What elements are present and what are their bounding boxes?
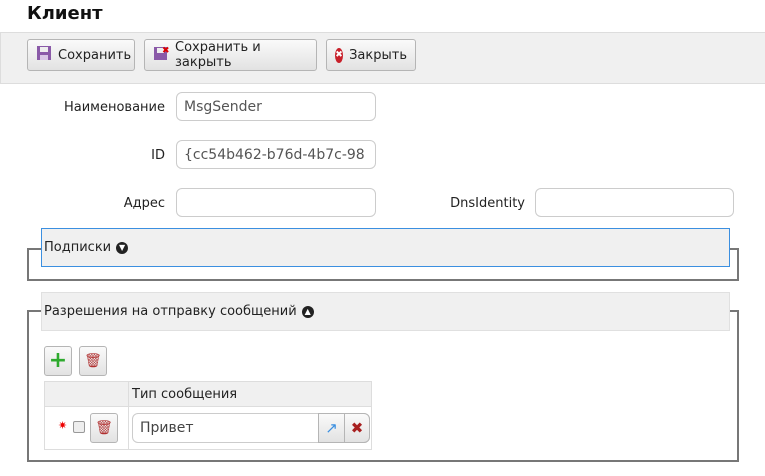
id-label: ID [151,148,165,163]
name-label: Наименование [63,100,165,115]
save-button[interactable]: Сохранить [27,39,135,71]
trash-icon: 🗑 [84,353,102,369]
save-and-close-button[interactable]: ✖ Сохранить и закрыть [144,39,317,71]
name-input[interactable]: MsgSender [176,92,376,121]
permissions-table: Тип сообщения ✷ 🗑 Привет ↗ ✖ [44,381,372,450]
floppy-disk-icon [36,45,52,65]
dns-identity-label: DnsIdentity [450,196,525,211]
chevron-up-icon: ▲ [301,305,314,318]
unsaved-marker-icon: ✷ [58,419,68,432]
external-link-icon: ↗ [325,419,338,437]
clear-button[interactable]: ✖ [344,413,370,443]
subscriptions-legend[interactable]: Подписки ▼ [41,228,730,267]
svg-text:✖: ✖ [162,46,169,56]
address-input[interactable] [176,188,376,217]
close-circle-icon: ✖ [335,47,344,63]
plus-icon: + [48,348,68,373]
close-button[interactable]: ✖ Закрыть [326,39,416,71]
row-checkbox[interactable] [73,421,85,433]
page-title: Клиент [27,3,103,24]
toolbar: Сохранить ✖ Сохранить и закрыть ✖ Закрыт… [0,32,765,84]
open-link-button[interactable]: ↗ [318,413,345,443]
dns-identity-input[interactable] [535,188,734,217]
chevron-down-icon: ▼ [116,241,129,254]
id-input[interactable]: {cc54b462-b76d-4b7c-98 [176,140,376,169]
clear-x-icon: ✖ [350,419,364,437]
trash-icon: 🗑 [95,420,113,436]
table-row: ✷ 🗑 Привет ↗ ✖ [44,406,372,450]
column-header-message-type: Тип сообщения [128,381,372,407]
address-label: Адрес [123,196,165,211]
floppy-disk-close-icon: ✖ [153,45,170,65]
permissions-legend[interactable]: Разрешения на отправку сообщений ▲ [41,292,730,331]
delete-row-button[interactable]: 🗑 [90,413,118,443]
delete-selected-button[interactable]: 🗑 [79,346,107,376]
add-row-button[interactable]: + [44,346,72,376]
